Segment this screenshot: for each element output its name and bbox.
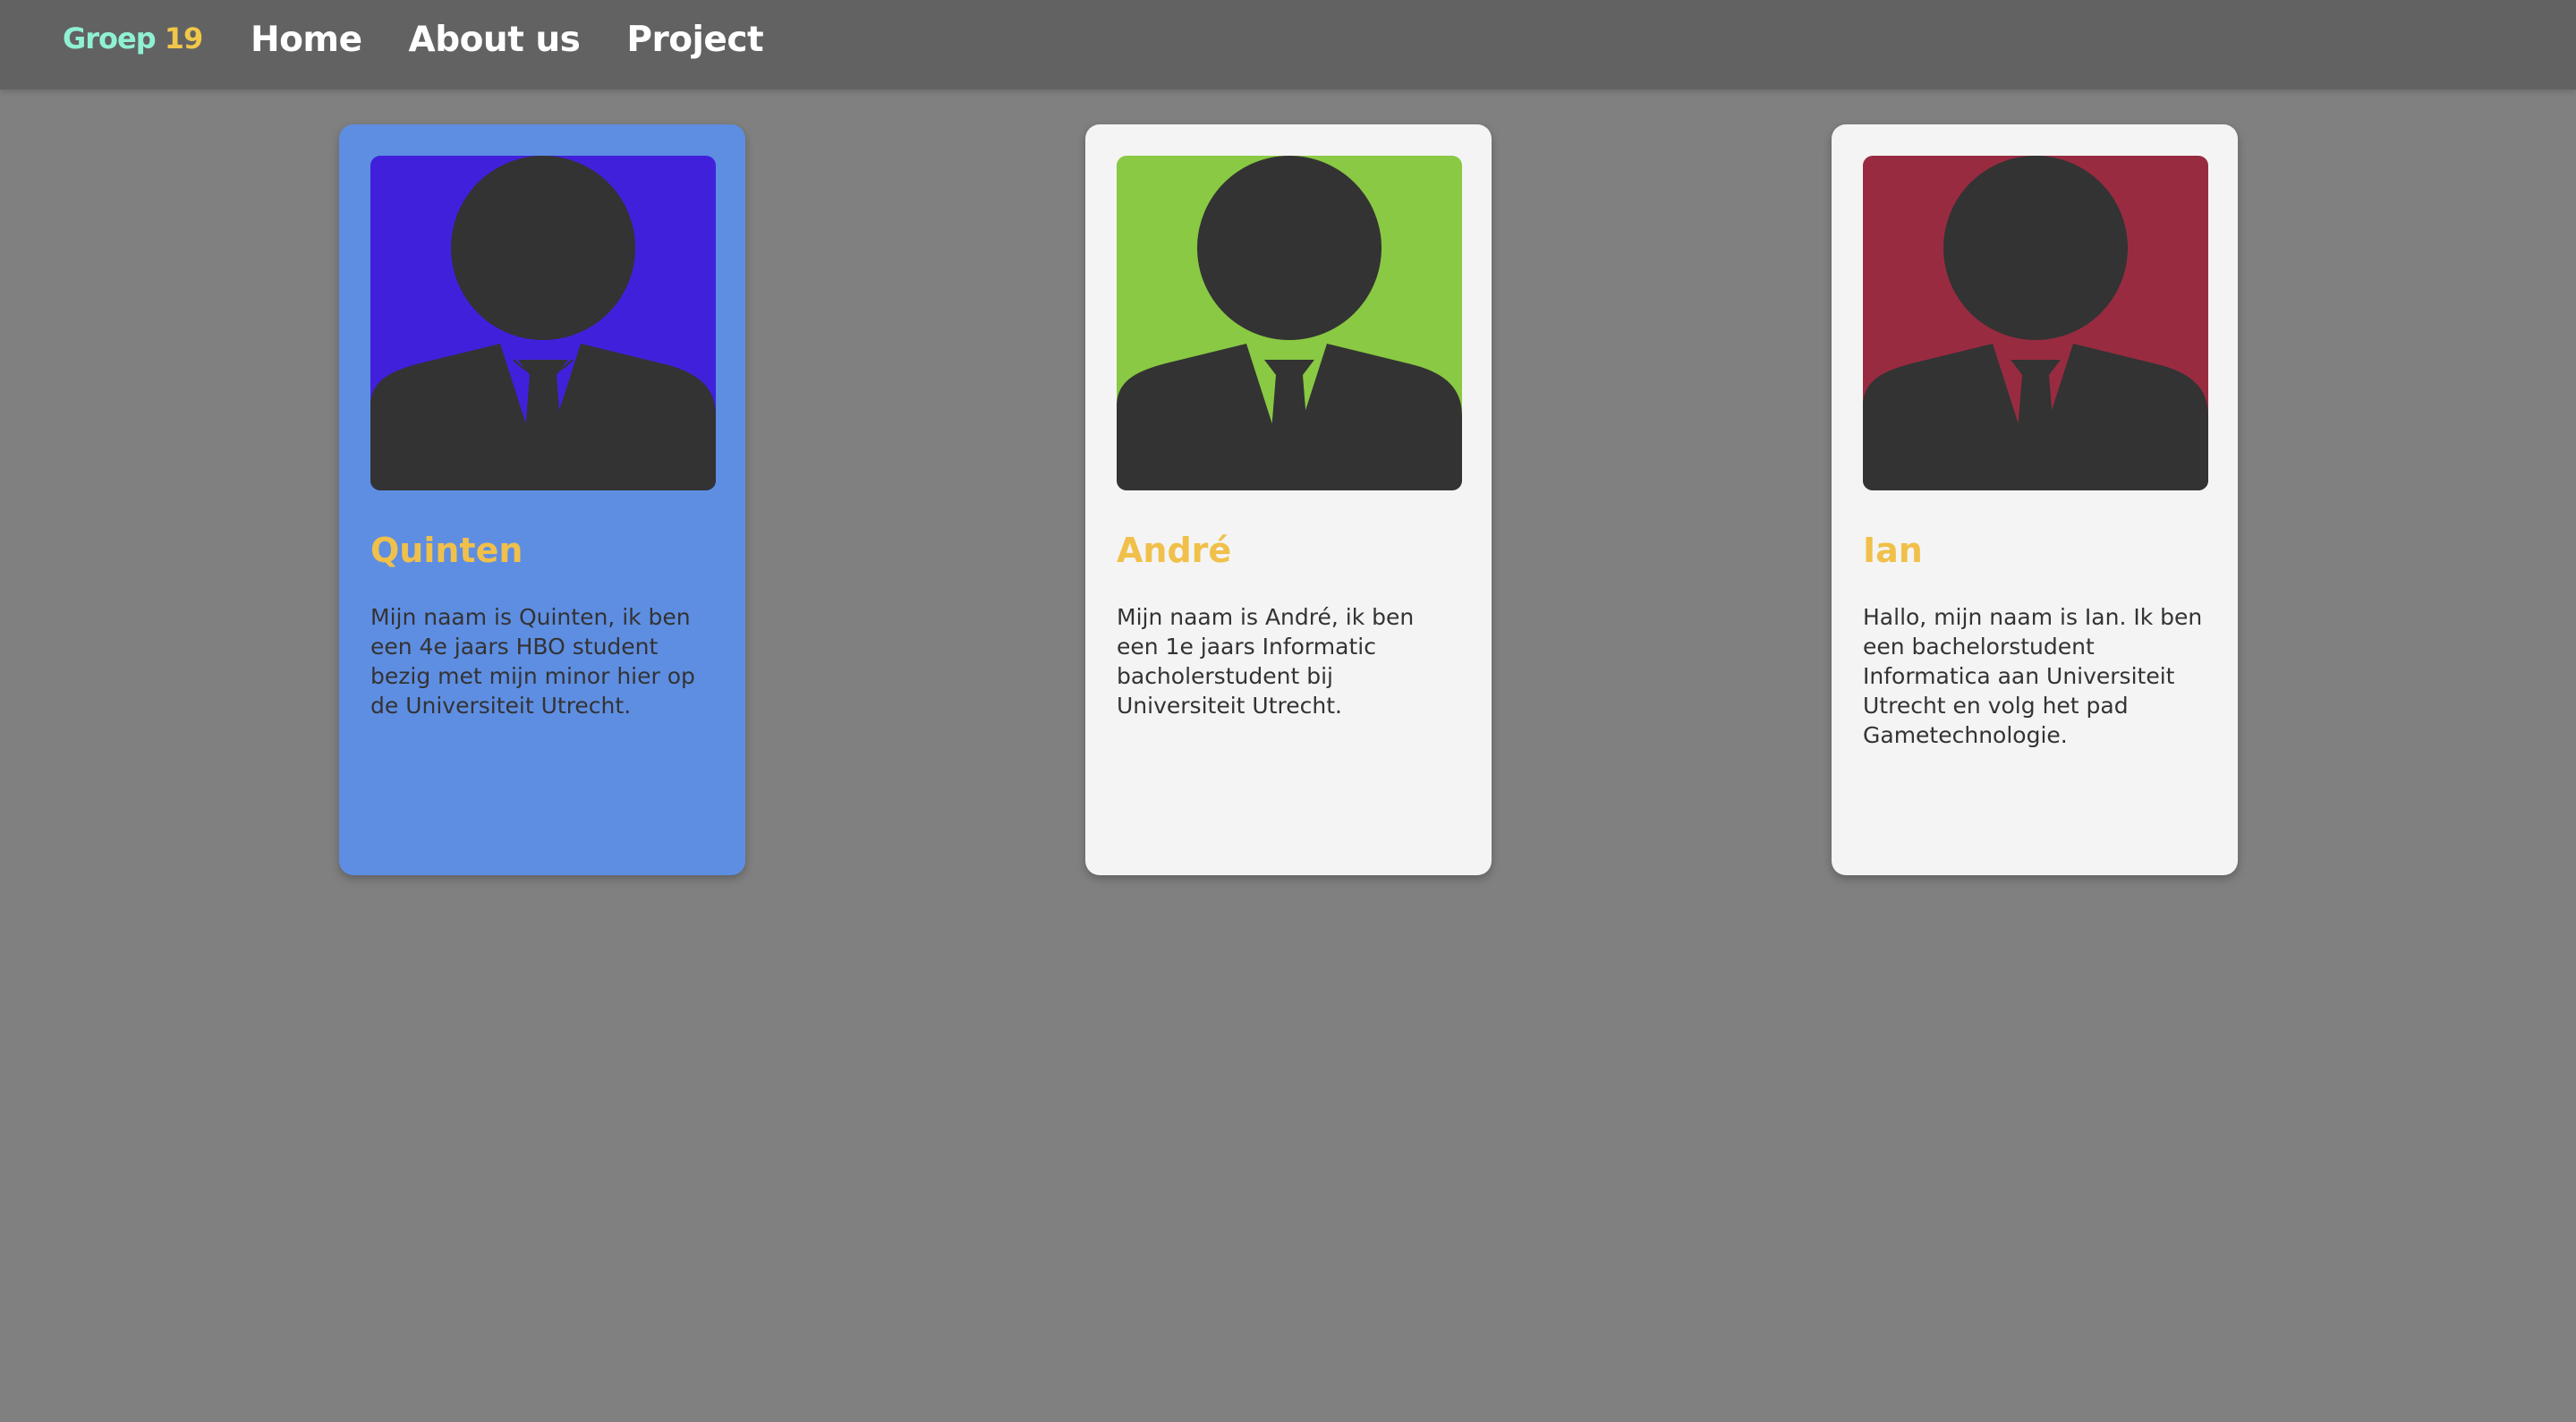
card-description: Hallo, mijn naam is Ian. Ik ben een bach… (1863, 604, 2203, 748)
logo-text-number: 19 (164, 21, 204, 55)
nav-link-home[interactable]: Home (251, 20, 362, 60)
card-name: Quinten (370, 531, 523, 570)
card-name: André (1117, 531, 1232, 570)
card-description: Mijn naam is André, ik ben een 1e jaars … (1117, 604, 1415, 719)
profile-card-ian: Ian Hallo, mijn naam is Ian. Ik ben een … (1832, 124, 2238, 875)
person-silhouette-icon (1863, 156, 2208, 490)
nav-links: Home About us Project (251, 20, 764, 60)
person-silhouette-icon (370, 156, 716, 490)
avatar (1863, 156, 2208, 490)
avatar (1117, 156, 1462, 490)
nav-link-project[interactable]: Project (626, 20, 763, 60)
logo-text-groep: Groep (63, 21, 157, 55)
card-name: Ian (1863, 531, 1923, 570)
profile-card-quinten: Quinten Mijn naam is Quinten, ik ben een… (339, 124, 745, 875)
logo[interactable]: Groep 19 (63, 21, 204, 55)
avatar (370, 156, 716, 490)
nav-link-about-us[interactable]: About us (409, 20, 581, 60)
profile-card-andre: André Mijn naam is André, ik ben een 1e … (1085, 124, 1492, 875)
card-description: Mijn naam is Quinten, ik ben een 4e jaar… (370, 604, 695, 719)
person-silhouette-icon (1117, 156, 1462, 490)
navbar: Groep 19 Home About us Project (0, 0, 2576, 89)
